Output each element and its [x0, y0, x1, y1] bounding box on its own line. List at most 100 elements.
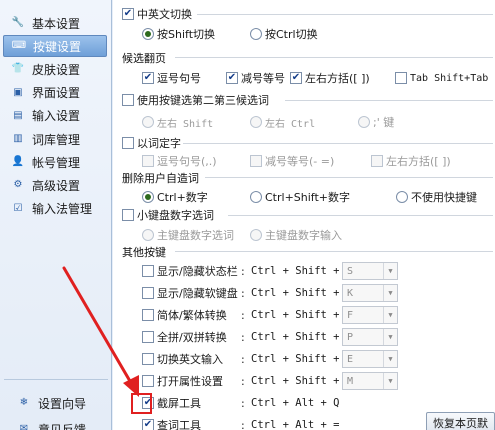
checkbox-box[interactable] [142, 309, 154, 321]
checkbox-box[interactable] [142, 353, 154, 365]
sidebar-item-2[interactable]: ⌨ 按键设置 [3, 35, 107, 58]
checkbox-box[interactable] [250, 155, 262, 167]
main-keyboard-select-radio[interactable]: 主键盘数字选词 [142, 226, 234, 244]
hotkey-keys: Ctrl + Shift + [251, 287, 340, 299]
main-keyboard-input-radio[interactable]: 主键盘数字输入 [250, 226, 342, 244]
checkbox-box[interactable] [122, 209, 134, 221]
hotkey-row-5[interactable]: 切换英文输入 [142, 350, 223, 368]
checkbox-box[interactable]: ✔ [226, 72, 238, 84]
page-turn-minus-equal-checkbox[interactable]: ✔ 减号等号 [226, 69, 285, 87]
chevron-down-icon[interactable]: ▼ [383, 373, 397, 389]
setup-wizard-link[interactable]: ❄ 设置向导 [3, 392, 107, 414]
sidebar-item-label: 皮肤设置 [32, 62, 81, 77]
advanced-icon: ⚙ [13, 179, 23, 191]
hotkey-row-1[interactable]: 显示/隐藏状态栏 [142, 262, 238, 280]
select-2nd-3rd-checkbox[interactable]: 使用按键选第二第三候选词 [122, 91, 269, 109]
radio-circle[interactable] [358, 116, 370, 128]
dictionary-icon: ▥ [13, 133, 23, 144]
radio-circle[interactable] [142, 191, 154, 203]
sidebar-item-8[interactable]: ⚙ 高级设置 [3, 174, 107, 196]
checkbox-box[interactable] [142, 287, 154, 299]
ctrl-switch-radio[interactable]: 按Ctrl切换 [250, 25, 318, 43]
sidebar-item-9[interactable]: ☑ 输入法管理 [3, 198, 107, 220]
hotkey-row-4[interactable]: 全拼/双拼转换 [142, 328, 227, 346]
radio-circle[interactable] [142, 116, 154, 128]
ctrl-shift-number-radio[interactable]: Ctrl+Shift+数字 [250, 188, 350, 206]
checkbox-box[interactable] [395, 72, 407, 84]
highlight-box [131, 393, 152, 414]
chevron-down-icon[interactable]: ▼ [383, 329, 397, 345]
checkbox-box[interactable] [122, 137, 134, 149]
shift-switch-label: 按Shift切换 [157, 28, 216, 41]
checkbox-box[interactable]: ✔ [142, 419, 154, 430]
checkbox-box[interactable] [142, 375, 154, 387]
page-turn-brackets-checkbox[interactable]: ✔ 左右方括([ ]) [290, 69, 370, 87]
radio-circle[interactable] [396, 191, 408, 203]
page-turn-tab-checkbox[interactable]: Tab Shift+Tab [395, 69, 488, 87]
sidebar-item-1[interactable]: 🔧 基本设置 [3, 12, 107, 34]
option-label: Ctrl+数字 [157, 191, 208, 204]
hotkey-key-select[interactable]: M ▼ [342, 372, 398, 390]
restore-defaults-button[interactable]: 恢复本页默 [426, 412, 495, 430]
left-right-shift-radio[interactable]: 左右 Shift [142, 113, 213, 131]
hotkey-row-3[interactable]: 简体/繁体转换 [142, 306, 227, 324]
hotkey-key-select[interactable]: F ▼ [342, 306, 398, 324]
group-divider [285, 100, 493, 101]
radio-circle[interactable] [142, 28, 154, 40]
sidebar-item-6[interactable]: ▥ 词库管理 [3, 128, 107, 150]
hotkey-row-8[interactable]: ✔ 查词工具 [142, 416, 201, 430]
chevron-down-icon[interactable]: ▼ [383, 307, 397, 323]
ctrl-number-radio[interactable]: Ctrl+数字 [142, 188, 208, 206]
option-label: 左右方括([ ]) [305, 72, 370, 85]
hotkey-key-select[interactable]: S ▼ [342, 262, 398, 280]
page-turn-comma-period-checkbox[interactable]: ✔ 逗号句号 [142, 69, 201, 87]
hotkey-label: 全拼/双拼转换 [157, 331, 227, 344]
radio-circle[interactable] [142, 229, 154, 241]
shift-switch-radio[interactable]: 按Shift切换 [142, 25, 215, 43]
sidebar-item-7[interactable]: 👤 帐号管理 [3, 151, 107, 173]
radio-circle[interactable] [250, 28, 262, 40]
option-label: 左右 Shift [157, 118, 214, 130]
option-label: Tab Shift+Tab [410, 72, 489, 84]
left-right-ctrl-radio[interactable]: 左右 Ctrl [250, 113, 315, 131]
fix-word-checkbox[interactable]: 以词定字 [122, 134, 181, 152]
checkbox-box[interactable]: ✔ [142, 72, 154, 84]
no-shortcut-radio[interactable]: 不使用快捷键 [396, 188, 477, 206]
option-label: Ctrl+Shift+数字 [265, 191, 351, 204]
hotkey-key-select[interactable]: E ▼ [342, 350, 398, 368]
hotkey-label: 截屏工具 [157, 397, 201, 410]
checkbox-box[interactable] [142, 155, 154, 167]
sidebar-item-4[interactable]: ▣ 界面设置 [3, 82, 107, 104]
numpad-select-checkbox[interactable]: 小键盘数字选词 [122, 206, 214, 224]
feedback-link[interactable]: ✉ 意见反馈 [3, 418, 107, 430]
hotkey-keys: Ctrl + Alt + Q [251, 397, 340, 409]
checkbox-box[interactable] [142, 331, 154, 343]
hotkey-keys: Ctrl + Shift + [251, 265, 340, 277]
hotkey-key-select[interactable]: P ▼ [342, 328, 398, 346]
sidebar-item-5[interactable]: ▤ 输入设置 [3, 105, 107, 127]
checkbox-box[interactable] [371, 155, 383, 167]
cn-en-switch-checkbox[interactable]: ✔ 中英文切换 [122, 5, 192, 23]
fix-word-comma-period-checkbox[interactable]: 逗号句号(,.) [142, 152, 217, 170]
sidebar-bottom-label: 设置向导 [38, 396, 87, 411]
sidebar-item-3[interactable]: 👕 皮肤设置 [3, 58, 107, 80]
semicolon-quote-radio[interactable]: ;' 键 [358, 113, 394, 131]
radio-circle[interactable] [250, 229, 262, 241]
group-divider [183, 143, 493, 144]
radio-circle[interactable] [250, 116, 262, 128]
hotkey-row-2[interactable]: 显示/隐藏软键盘 [142, 284, 238, 302]
checkbox-box[interactable] [122, 94, 134, 106]
option-label: 逗号句号(,.) [157, 155, 217, 168]
fix-word-minus-equal-checkbox[interactable]: 减号等号(- =) [250, 152, 334, 170]
checkbox-box[interactable] [142, 265, 154, 277]
fix-word-brackets-checkbox[interactable]: 左右方括([ ]) [371, 152, 451, 170]
checkbox-box[interactable]: ✔ [290, 72, 302, 84]
sidebar-item-label: 界面设置 [32, 86, 81, 101]
chevron-down-icon[interactable]: ▼ [383, 285, 397, 301]
radio-circle[interactable] [250, 191, 262, 203]
hotkey-row-6[interactable]: 打开属性设置 [142, 372, 223, 390]
chevron-down-icon[interactable]: ▼ [383, 351, 397, 367]
chevron-down-icon[interactable]: ▼ [383, 263, 397, 279]
hotkey-key-select[interactable]: K ▼ [342, 284, 398, 302]
checkbox-box[interactable]: ✔ [122, 8, 134, 20]
